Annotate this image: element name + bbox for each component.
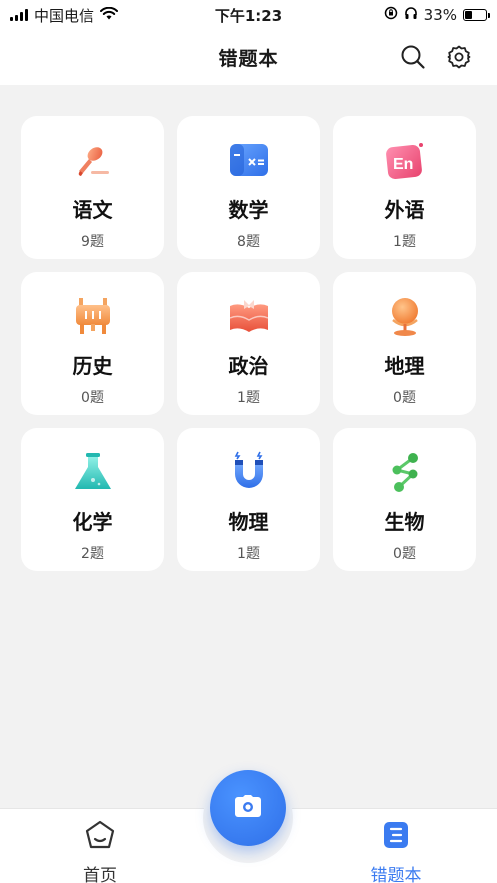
tab-wrong-label: 错题本 bbox=[370, 866, 422, 883]
subject-name: 历史 bbox=[72, 354, 113, 378]
subject-count: 1题 bbox=[237, 390, 260, 406]
tab-home-label: 首页 bbox=[83, 866, 117, 883]
subject-name: 化学 bbox=[72, 510, 113, 534]
calculator-icon bbox=[227, 138, 271, 182]
home-icon bbox=[84, 819, 116, 855]
tab-home[interactable]: 首页 bbox=[55, 819, 145, 883]
subject-card-physics[interactable]: 物理 1题 bbox=[177, 428, 320, 571]
subject-name: 外语 bbox=[384, 198, 425, 222]
nav-actions bbox=[399, 43, 473, 71]
status-bar: 中国电信 下午1:23 33% bbox=[0, 0, 497, 30]
subject-name: 语文 bbox=[72, 198, 113, 222]
molecule-icon bbox=[383, 450, 427, 494]
notebook-icon bbox=[380, 819, 412, 855]
subject-count: 9题 bbox=[81, 234, 104, 250]
subject-count: 1题 bbox=[237, 546, 260, 562]
nav-bar: 错题本 bbox=[0, 30, 497, 85]
magnet-icon bbox=[227, 450, 271, 494]
page-title: 错题本 bbox=[218, 48, 279, 70]
flask-icon bbox=[71, 450, 115, 494]
subject-count: 0题 bbox=[393, 390, 416, 406]
en-icon: En bbox=[383, 138, 427, 182]
subject-count: 2题 bbox=[81, 546, 104, 562]
headphones-icon bbox=[404, 6, 418, 24]
status-right: 33% bbox=[384, 6, 490, 24]
search-icon[interactable] bbox=[399, 43, 427, 71]
subject-name: 数学 bbox=[228, 198, 269, 222]
subject-card-math[interactable]: 数学 8题 bbox=[177, 116, 320, 259]
subject-count: 1题 bbox=[393, 234, 416, 250]
subject-name: 政治 bbox=[228, 354, 269, 378]
subject-name: 生物 bbox=[384, 510, 425, 534]
subject-name: 物理 bbox=[228, 510, 269, 534]
subject-card-biology[interactable]: 生物 0题 bbox=[333, 428, 476, 571]
subject-count: 0题 bbox=[393, 546, 416, 562]
tab-wrong-questions[interactable]: 错题本 bbox=[351, 819, 441, 883]
subject-card-history[interactable]: 历史 0题 bbox=[21, 272, 164, 415]
carrier-label: 中国电信 bbox=[34, 6, 95, 25]
subject-card-chinese[interactable]: 语文 9题 bbox=[21, 116, 164, 259]
status-left: 中国电信 bbox=[10, 5, 119, 26]
subject-grid: 语文 9题 数学 8题 En 外语 1题 历史 0题 政治 1题 地理 0题 化… bbox=[21, 116, 476, 571]
camera-icon bbox=[234, 794, 262, 822]
wifi-icon bbox=[100, 6, 119, 24]
brush-icon bbox=[71, 138, 115, 182]
subject-card-politics[interactable]: 政治 1题 bbox=[177, 272, 320, 415]
subject-card-chemistry[interactable]: 化学 2题 bbox=[21, 428, 164, 571]
subject-card-geography[interactable]: 地理 0题 bbox=[333, 272, 476, 415]
globe-icon bbox=[383, 294, 427, 338]
ding-icon bbox=[71, 294, 115, 338]
subject-count: 0题 bbox=[81, 390, 104, 406]
signal-icon bbox=[10, 9, 28, 21]
gear-icon[interactable] bbox=[445, 43, 473, 71]
subject-card-foreign-language[interactable]: En 外语 1题 bbox=[333, 116, 476, 259]
subject-count: 8题 bbox=[237, 234, 260, 250]
book-icon bbox=[227, 294, 271, 338]
subject-name: 地理 bbox=[384, 354, 425, 378]
svg-text:En: En bbox=[393, 156, 413, 173]
camera-button[interactable] bbox=[210, 770, 286, 846]
orientation-lock-icon bbox=[384, 6, 398, 24]
battery-percent: 33% bbox=[423, 6, 457, 24]
battery-icon bbox=[463, 9, 490, 21]
